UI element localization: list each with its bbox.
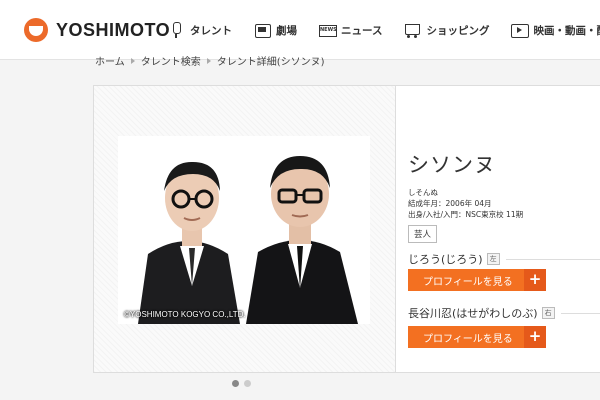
site-header: YOSHIMOTO タレント 劇場 ニュース ショッピング 映画・動画・配信 [0, 0, 600, 60]
logo-text: YOSHIMOTO [56, 19, 171, 40]
view-profile-button[interactable]: プロフィールを見る + [408, 326, 546, 348]
talent-formed: 結成年月：2006年 04月 [408, 199, 492, 208]
photo-area: ©YOSHIMOTO KOGYO CO.,LTD. [94, 86, 396, 372]
microphone-icon [168, 22, 184, 38]
talent-name: シソンヌ [408, 153, 496, 177]
view-profile-button[interactable]: プロフィールを見る + [408, 269, 546, 291]
talent-photo: ©YOSHIMOTO KOGYO CO.,LTD. [118, 136, 370, 324]
nav-talent[interactable]: タレント [168, 22, 232, 38]
member-name: じろう(じろう) [408, 253, 483, 266]
main-nav: タレント 劇場 ニュース ショッピング 映画・動画・配信 [168, 20, 600, 40]
member-position-badge: 左 [486, 253, 500, 265]
photo-copyright: ©YOSHIMOTO KOGYO CO.,LTD. [124, 310, 246, 319]
talent-meta: しそんぬ 結成年月：2006年 04月 出身/入社/入門：NSC東京校 11期 [408, 187, 523, 220]
carousel-pager [232, 380, 256, 387]
talent-card: ©YOSHIMOTO KOGYO CO.,LTD. シソンヌ しそんぬ 結成年月… [93, 85, 600, 373]
carousel-dot[interactable] [244, 380, 251, 387]
breadcrumb-talent-search[interactable]: タレント検索 [141, 53, 201, 68]
theater-icon [254, 22, 271, 38]
member-hasegawa: 長谷川忍(はせがわしのぶ) 右 [408, 305, 600, 321]
breadcrumb-home[interactable]: ホーム [95, 53, 125, 68]
nav-news[interactable]: ニュース [319, 22, 382, 38]
chevron-right-icon [206, 57, 211, 64]
nav-theater-label: 劇場 [276, 24, 297, 37]
category-tag[interactable]: 芸人 [408, 225, 438, 243]
breadcrumb: ホーム タレント検索 タレント詳細(シソンヌ) [95, 53, 325, 68]
nav-movies-label: 映画・動画・配信 [533, 24, 600, 37]
divider [505, 258, 600, 260]
duo-portrait-image [118, 136, 370, 324]
member-name: 長谷川忍(はせがわしのぶ) [408, 307, 538, 320]
logo-mark-icon [24, 18, 48, 42]
nav-news-label: ニュース [341, 24, 383, 37]
talent-origin: 出身/入社/入門：NSC東京校 11期 [408, 210, 524, 219]
plus-icon: + [524, 269, 546, 291]
carousel-dot-active[interactable] [232, 380, 239, 387]
view-profile-label: プロフィールを見る [423, 276, 513, 288]
breadcrumb-current: タレント詳細(シソンヌ) [216, 57, 325, 68]
member-position-badge: 右 [541, 307, 555, 319]
movie-icon [511, 22, 530, 38]
chevron-right-icon [130, 57, 135, 64]
member-jiro: じろう(じろう) 左 [408, 251, 600, 267]
talent-reading: しそんぬ [408, 188, 438, 197]
yoshimoto-logo[interactable]: YOSHIMOTO [24, 18, 170, 42]
shopping-cart-icon [404, 22, 421, 38]
nav-talent-label: タレント [190, 24, 232, 37]
news-icon [319, 22, 337, 38]
nav-shopping-label: ショッピング [426, 24, 490, 37]
view-profile-label: プロフィールを見る [423, 333, 513, 345]
divider [560, 312, 600, 314]
talent-info: シソンヌ しそんぬ 結成年月：2006年 04月 出身/入社/入門：NSC東京校… [408, 86, 600, 372]
nav-theater[interactable]: 劇場 [254, 22, 297, 38]
nav-shopping[interactable]: ショッピング [404, 22, 489, 38]
plus-icon: + [524, 326, 546, 348]
nav-movies[interactable]: 映画・動画・配信 [511, 22, 600, 38]
